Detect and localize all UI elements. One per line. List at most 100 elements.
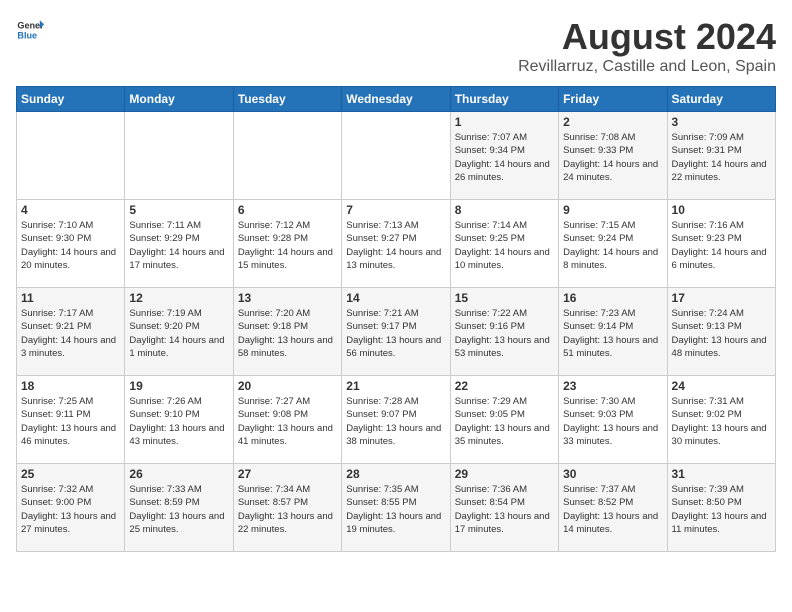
calendar-cell: 28 Sunrise: 7:35 AMSunset: 8:55 PMDayligh… [342, 464, 450, 552]
cell-content: Sunrise: 7:39 AMSunset: 8:50 PMDaylight:… [672, 483, 771, 536]
day-number: 20 [238, 379, 337, 393]
calendar-cell: 1 Sunrise: 7:07 AMSunset: 9:34 PMDaylight… [450, 112, 558, 200]
day-number: 27 [238, 467, 337, 481]
calendar-cell: 30 Sunrise: 7:37 AMSunset: 8:52 PMDayligh… [559, 464, 667, 552]
day-number: 11 [21, 291, 120, 305]
cell-content: Sunrise: 7:10 AMSunset: 9:30 PMDaylight:… [21, 219, 120, 272]
cell-content: Sunrise: 7:25 AMSunset: 9:11 PMDaylight:… [21, 395, 120, 448]
day-number: 31 [672, 467, 771, 481]
weekday-header-thursday: Thursday [450, 87, 558, 112]
calendar-cell: 4 Sunrise: 7:10 AMSunset: 9:30 PMDaylight… [17, 200, 125, 288]
day-number: 12 [129, 291, 228, 305]
cell-content: Sunrise: 7:07 AMSunset: 9:34 PMDaylight:… [455, 131, 554, 184]
cell-content: Sunrise: 7:15 AMSunset: 9:24 PMDaylight:… [563, 219, 662, 272]
cell-content: Sunrise: 7:34 AMSunset: 8:57 PMDaylight:… [238, 483, 337, 536]
calendar-cell: 3 Sunrise: 7:09 AMSunset: 9:31 PMDaylight… [667, 112, 775, 200]
cell-content: Sunrise: 7:22 AMSunset: 9:16 PMDaylight:… [455, 307, 554, 360]
calendar-week-1: 1 Sunrise: 7:07 AMSunset: 9:34 PMDaylight… [17, 112, 776, 200]
day-number: 23 [563, 379, 662, 393]
cell-content: Sunrise: 7:16 AMSunset: 9:23 PMDaylight:… [672, 219, 771, 272]
calendar-cell: 31 Sunrise: 7:39 AMSunset: 8:50 PMDayligh… [667, 464, 775, 552]
calendar-cell: 29 Sunrise: 7:36 AMSunset: 8:54 PMDayligh… [450, 464, 558, 552]
day-number: 25 [21, 467, 120, 481]
cell-content: Sunrise: 7:26 AMSunset: 9:10 PMDaylight:… [129, 395, 228, 448]
month-year-title: August 2024 [518, 16, 776, 58]
title-section: August 2024 Revillarruz, Castille and Le… [518, 16, 776, 76]
day-number: 21 [346, 379, 445, 393]
cell-content: Sunrise: 7:12 AMSunset: 9:28 PMDaylight:… [238, 219, 337, 272]
calendar-cell: 9 Sunrise: 7:15 AMSunset: 9:24 PMDaylight… [559, 200, 667, 288]
calendar-week-3: 11 Sunrise: 7:17 AMSunset: 9:21 PMDayligh… [17, 288, 776, 376]
calendar-cell: 8 Sunrise: 7:14 AMSunset: 9:25 PMDaylight… [450, 200, 558, 288]
day-number: 30 [563, 467, 662, 481]
day-number: 29 [455, 467, 554, 481]
day-number: 8 [455, 203, 554, 217]
cell-content: Sunrise: 7:36 AMSunset: 8:54 PMDaylight:… [455, 483, 554, 536]
calendar-cell: 25 Sunrise: 7:32 AMSunset: 9:00 PMDayligh… [17, 464, 125, 552]
logo: General Blue [16, 16, 44, 44]
cell-content: Sunrise: 7:29 AMSunset: 9:05 PMDaylight:… [455, 395, 554, 448]
cell-content: Sunrise: 7:33 AMSunset: 8:59 PMDaylight:… [129, 483, 228, 536]
calendar-cell: 20Sunrise: 7:27 AMSunset: 9:08 PMDayligh… [233, 376, 341, 464]
calendar-cell: 18Sunrise: 7:25 AMSunset: 9:11 PMDayligh… [17, 376, 125, 464]
calendar-cell: 27 Sunrise: 7:34 AMSunset: 8:57 PMDayligh… [233, 464, 341, 552]
calendar-cell: 12Sunrise: 7:19 AMSunset: 9:20 PMDayligh… [125, 288, 233, 376]
cell-content: Sunrise: 7:37 AMSunset: 8:52 PMDaylight:… [563, 483, 662, 536]
day-number: 14 [346, 291, 445, 305]
cell-content: Sunrise: 7:14 AMSunset: 9:25 PMDaylight:… [455, 219, 554, 272]
day-number: 26 [129, 467, 228, 481]
day-number: 10 [672, 203, 771, 217]
calendar-cell: 10 Sunrise: 7:16 AMSunset: 9:23 PMDayligh… [667, 200, 775, 288]
day-number: 1 [455, 115, 554, 129]
day-number: 4 [21, 203, 120, 217]
cell-content: Sunrise: 7:20 AMSunset: 9:18 PMDaylight:… [238, 307, 337, 360]
cell-content: Sunrise: 7:11 AMSunset: 9:29 PMDaylight:… [129, 219, 228, 272]
cell-content: Sunrise: 7:13 AMSunset: 9:27 PMDaylight:… [346, 219, 445, 272]
svg-text:Blue: Blue [17, 30, 37, 40]
day-number: 7 [346, 203, 445, 217]
day-number: 3 [672, 115, 771, 129]
day-number: 19 [129, 379, 228, 393]
calendar-table: SundayMondayTuesdayWednesdayThursdayFrid… [16, 86, 776, 552]
calendar-cell [233, 112, 341, 200]
day-number: 9 [563, 203, 662, 217]
weekday-header-wednesday: Wednesday [342, 87, 450, 112]
calendar-cell: 16 Sunrise: 7:23 AMSunset: 9:14 PMDayligh… [559, 288, 667, 376]
calendar-cell: 6Sunrise: 7:12 AMSunset: 9:28 PMDaylight… [233, 200, 341, 288]
calendar-cell [125, 112, 233, 200]
calendar-cell: 19 Sunrise: 7:26 AMSunset: 9:10 PMDayligh… [125, 376, 233, 464]
cell-content: Sunrise: 7:28 AMSunset: 9:07 PMDaylight:… [346, 395, 445, 448]
day-number: 15 [455, 291, 554, 305]
cell-content: Sunrise: 7:35 AMSunset: 8:55 PMDaylight:… [346, 483, 445, 536]
calendar-week-5: 25 Sunrise: 7:32 AMSunset: 9:00 PMDayligh… [17, 464, 776, 552]
calendar-week-4: 18Sunrise: 7:25 AMSunset: 9:11 PMDayligh… [17, 376, 776, 464]
weekday-header-tuesday: Tuesday [233, 87, 341, 112]
day-number: 2 [563, 115, 662, 129]
calendar-cell: 2 Sunrise: 7:08 AMSunset: 9:33 PMDaylight… [559, 112, 667, 200]
calendar-cell: 14Sunrise: 7:21 AMSunset: 9:17 PMDayligh… [342, 288, 450, 376]
calendar-cell: 7 Sunrise: 7:13 AMSunset: 9:27 PMDaylight… [342, 200, 450, 288]
calendar-cell: 5Sunrise: 7:11 AMSunset: 9:29 PMDaylight… [125, 200, 233, 288]
weekday-header-monday: Monday [125, 87, 233, 112]
weekday-header-saturday: Saturday [667, 87, 775, 112]
calendar-cell [17, 112, 125, 200]
day-number: 28 [346, 467, 445, 481]
day-number: 13 [238, 291, 337, 305]
calendar-week-2: 4 Sunrise: 7:10 AMSunset: 9:30 PMDaylight… [17, 200, 776, 288]
calendar-cell: 11 Sunrise: 7:17 AMSunset: 9:21 PMDayligh… [17, 288, 125, 376]
calendar-cell: 26 Sunrise: 7:33 AMSunset: 8:59 PMDayligh… [125, 464, 233, 552]
day-number: 16 [563, 291, 662, 305]
calendar-cell: 21 Sunrise: 7:28 AMSunset: 9:07 PMDayligh… [342, 376, 450, 464]
day-number: 17 [672, 291, 771, 305]
logo-icon: General Blue [16, 16, 44, 44]
calendar-header: SundayMondayTuesdayWednesdayThursdayFrid… [17, 87, 776, 112]
day-number: 22 [455, 379, 554, 393]
cell-content: Sunrise: 7:23 AMSunset: 9:14 PMDaylight:… [563, 307, 662, 360]
cell-content: Sunrise: 7:24 AMSunset: 9:13 PMDaylight:… [672, 307, 771, 360]
cell-content: Sunrise: 7:31 AMSunset: 9:02 PMDaylight:… [672, 395, 771, 448]
cell-content: Sunrise: 7:32 AMSunset: 9:00 PMDaylight:… [21, 483, 120, 536]
cell-content: Sunrise: 7:17 AMSunset: 9:21 PMDaylight:… [21, 307, 120, 360]
cell-content: Sunrise: 7:08 AMSunset: 9:33 PMDaylight:… [563, 131, 662, 184]
cell-content: Sunrise: 7:09 AMSunset: 9:31 PMDaylight:… [672, 131, 771, 184]
calendar-cell: 13 Sunrise: 7:20 AMSunset: 9:18 PMDayligh… [233, 288, 341, 376]
